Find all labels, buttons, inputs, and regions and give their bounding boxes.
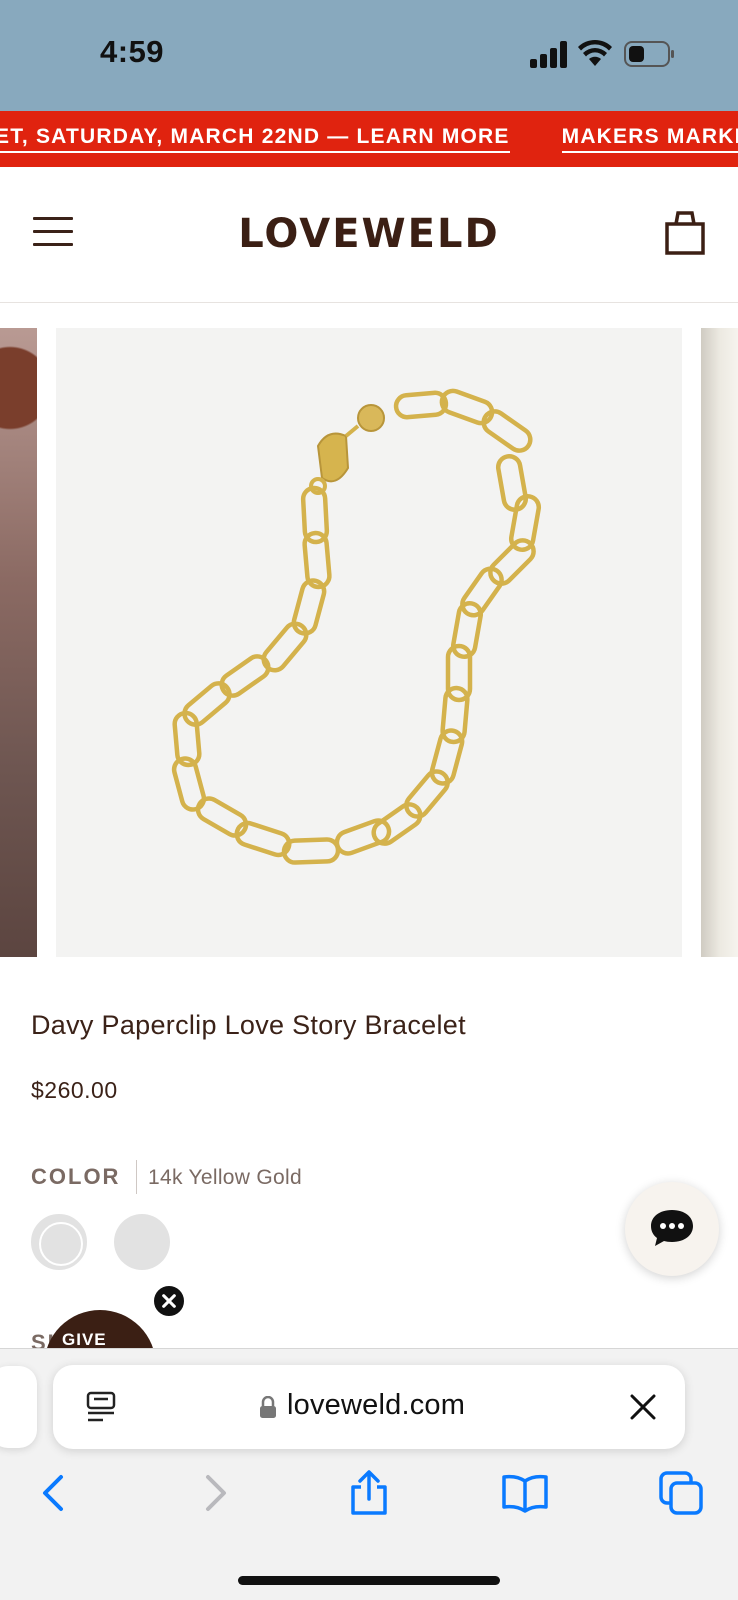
site-header: LOVEWELD xyxy=(0,167,738,303)
close-icon[interactable] xyxy=(152,1284,186,1318)
promo-label: GIVE xyxy=(62,1330,107,1349)
url-text[interactable]: loveweld.com xyxy=(287,1389,465,1422)
wifi-icon xyxy=(578,39,612,66)
chat-icon xyxy=(651,1210,693,1246)
announcement-link-2[interactable]: MAKERS MARKET, xyxy=(561,125,738,153)
product-image-main[interactable] xyxy=(56,328,682,957)
forward-arrow-icon[interactable] xyxy=(190,1469,238,1517)
status-time: 4:59 xyxy=(100,34,165,69)
shopping-bag-icon[interactable] xyxy=(664,209,706,255)
color-swatch-yellow-gold[interactable] xyxy=(31,1214,87,1270)
color-label-divider xyxy=(136,1160,137,1194)
lock-icon xyxy=(260,1396,276,1418)
color-option-label: COLOR xyxy=(31,1164,121,1189)
bracelet-image xyxy=(171,388,542,865)
announcement-link[interactable]: ET, SATURDAY, MARCH 22ND — LEARN MORE xyxy=(0,125,510,153)
battery-icon xyxy=(624,41,674,67)
reader-mode-icon[interactable] xyxy=(85,1391,117,1423)
browser-chrome: loveweld.com xyxy=(0,1348,738,1600)
cellular-signal-icon xyxy=(530,40,568,68)
site-logo[interactable]: LOVEWELD xyxy=(0,211,738,257)
home-indicator[interactable] xyxy=(238,1576,500,1585)
gallery-slide-previous[interactable] xyxy=(0,328,37,957)
previous-tab-preview[interactable] xyxy=(0,1366,37,1448)
browser-toolbar xyxy=(0,1469,738,1529)
announcement-text: ET, SATURDAY, MARCH 22ND — xyxy=(0,125,357,148)
selected-color-value: 14k Yellow Gold xyxy=(148,1166,302,1189)
status-bar: 4:59 xyxy=(0,0,738,111)
tabs-icon[interactable] xyxy=(657,1469,705,1517)
announcement-bar[interactable]: ET, SATURDAY, MARCH 22ND — LEARN MORE MAK… xyxy=(0,111,738,167)
learn-more-link[interactable]: LEARN MORE xyxy=(356,125,509,148)
color-swatch-silver[interactable] xyxy=(114,1214,170,1270)
chat-button[interactable] xyxy=(625,1182,719,1276)
close-icon[interactable] xyxy=(629,1393,657,1421)
back-arrow-icon[interactable] xyxy=(31,1469,79,1517)
gallery-slide-next[interactable] xyxy=(701,328,738,957)
announcement-text-2: MAKERS MARKET, xyxy=(561,125,738,148)
product-title: Davy Paperclip Love Story Bracelet xyxy=(31,1010,466,1040)
address-bar[interactable]: loveweld.com xyxy=(53,1365,685,1449)
bookmarks-icon[interactable] xyxy=(501,1469,549,1517)
share-icon[interactable] xyxy=(345,1469,393,1517)
product-gallery[interactable] xyxy=(0,303,738,957)
product-price: $260.00 xyxy=(31,1077,118,1103)
announcement-track: ET, SATURDAY, MARCH 22ND — LEARN MORE MAK… xyxy=(0,125,738,153)
